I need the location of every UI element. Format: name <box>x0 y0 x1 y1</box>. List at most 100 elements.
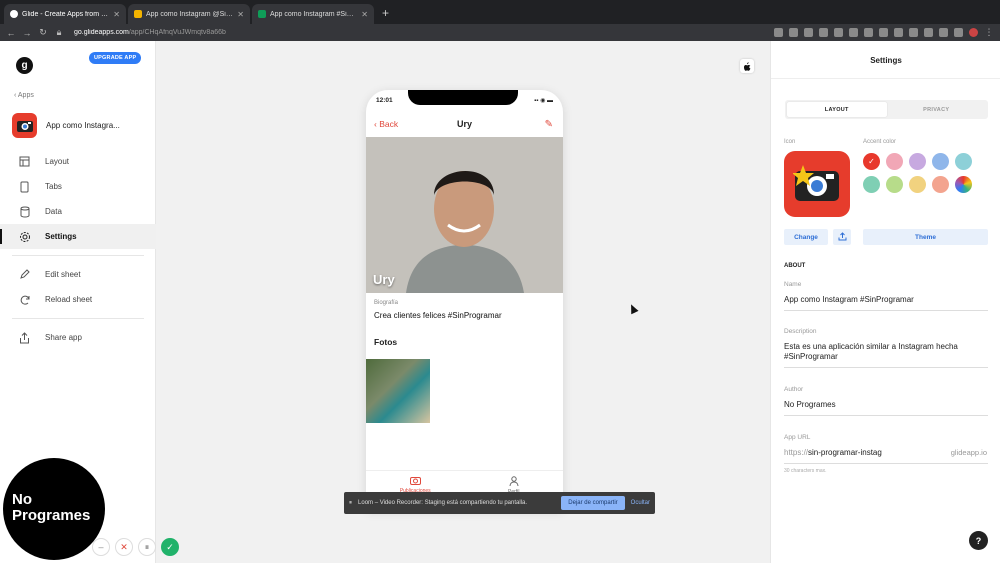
lock-icon: 🔒︎ <box>56 27 62 37</box>
hide-button[interactable]: Ocultar <box>631 500 650 506</box>
extension-icon[interactable] <box>789 28 798 37</box>
url-field[interactable]: go.glideapps.com/app/CHqAfnqVuJWmqtv8a66… <box>74 29 768 36</box>
app-icon-preview[interactable] <box>784 151 850 217</box>
sidebar-item-label: Settings <box>45 232 77 241</box>
layout-icon <box>18 156 31 167</box>
custom-color-icon[interactable] <box>955 176 972 193</box>
accent-swatch[interactable] <box>955 153 972 170</box>
apple-device-icon[interactable] <box>740 59 754 73</box>
accent-swatch[interactable] <box>886 153 903 170</box>
accent-swatch[interactable] <box>863 176 880 193</box>
back-to-apps-link[interactable]: ‹ Apps <box>14 92 34 99</box>
reload-icon[interactable]: ↻ <box>38 27 48 38</box>
tab-privacy[interactable]: PRIVACY <box>887 102 987 117</box>
phone-back-label: Back <box>379 119 399 129</box>
sidebar-divider <box>12 255 144 256</box>
app-url-label: App URL <box>784 434 811 441</box>
browser-tab-2[interactable]: App como Instagram @SinPro... ✕ <box>128 4 250 24</box>
sidebar-divider <box>12 318 144 319</box>
accent-swatch[interactable] <box>932 153 949 170</box>
tabs-icon <box>18 181 31 193</box>
extension-icon[interactable] <box>864 28 873 37</box>
extension-icon[interactable] <box>879 28 888 37</box>
description-field[interactable]: Esta es una aplicación similar a Instagr… <box>784 342 988 368</box>
extension-icon[interactable] <box>894 28 903 37</box>
status-icons: ▪▪ ◉ ▬ <box>534 98 553 104</box>
extension-icon[interactable] <box>909 28 918 37</box>
browser-tab-3[interactable]: App como Instagram #SinProg... ✕ <box>252 4 374 24</box>
extension-icon[interactable] <box>954 28 963 37</box>
minimize-icon[interactable]: – <box>92 538 110 556</box>
close-icon[interactable]: ✕ <box>361 10 368 19</box>
forward-arrow-icon[interactable]: → <box>22 28 32 38</box>
sidebar-item-tabs[interactable]: Tabs <box>0 174 156 199</box>
accent-swatch[interactable] <box>886 176 903 193</box>
sidebar-item-edit-sheet[interactable]: Edit sheet <box>0 262 156 287</box>
extension-icon[interactable] <box>774 28 783 37</box>
extension-icon[interactable] <box>834 28 843 37</box>
address-bar: ← → ↻ 🔒︎ go.glideapps.com/app/CHqAfnqVuJ… <box>0 24 1000 41</box>
photo-thumbnail[interactable] <box>366 359 430 423</box>
url-path: /app/CHqAfnqVuJWmqtv8a66b <box>128 29 226 36</box>
no-programes-watermark: No Programes <box>3 458 105 560</box>
phone-back-button[interactable]: ‹ Back <box>374 119 398 129</box>
phone-nav-bar: ‹ Back Ury ✎ <box>366 112 563 136</box>
accent-swatch[interactable] <box>909 176 926 193</box>
extension-icon[interactable] <box>924 28 933 37</box>
phone-preview: 12:01 ▪▪ ◉ ▬ ‹ Back Ury ✎ Ury Biografía … <box>366 90 563 510</box>
sidebar-item-label: Edit sheet <box>45 270 81 279</box>
extension-icon[interactable] <box>939 28 948 37</box>
sidebar-item-data[interactable]: Data <box>0 199 156 224</box>
finish-check-icon[interactable]: ✓ <box>161 538 179 556</box>
pause-icon[interactable]: ⏸ <box>138 538 156 556</box>
change-icon-button[interactable]: Change <box>784 229 828 245</box>
accent-swatch[interactable]: ✓ <box>863 153 880 170</box>
drive-favicon-icon <box>134 10 142 18</box>
tab-title: App como Instagram @SinPro... <box>146 10 234 18</box>
help-button[interactable]: ? <box>969 531 988 550</box>
reload-icon <box>18 294 31 306</box>
portrait-illustration <box>366 137 563 293</box>
sidebar-item-settings[interactable]: Settings <box>0 224 156 249</box>
upload-icon-button[interactable] <box>833 229 851 245</box>
stop-sharing-button[interactable]: Dejar de compartir <box>561 496 625 510</box>
upgrade-app-button[interactable]: UPGRADE APP <box>89 52 142 64</box>
accent-swatch[interactable] <box>909 153 926 170</box>
extension-icon[interactable] <box>804 28 813 37</box>
description-label: Description <box>784 328 817 335</box>
back-arrow-icon[interactable]: ← <box>6 28 16 38</box>
pencil-icon <box>18 269 31 280</box>
browser-tab-1[interactable]: Glide - Create Apps from Goo... ✕ <box>4 4 126 24</box>
extension-icon[interactable] <box>819 28 828 37</box>
url-suffix: glideapp.io <box>950 448 987 457</box>
theme-button[interactable]: Theme <box>863 229 988 245</box>
menu-kebab-icon[interactable]: ⋮ <box>984 27 994 38</box>
sidebar-item-share-app[interactable]: Share app <box>0 325 156 350</box>
current-app[interactable]: App como Instagra... <box>12 113 120 138</box>
accent-swatch[interactable] <box>932 176 949 193</box>
new-tab-icon[interactable]: + <box>376 6 395 24</box>
status-time: 12:01 <box>376 97 393 104</box>
glide-logo[interactable]: g <box>16 57 33 74</box>
data-icon <box>18 206 31 218</box>
tab-title: Glide - Create Apps from Goo... <box>22 10 109 18</box>
phone-notch <box>408 90 518 105</box>
sidebar-nav: Layout Tabs Data Settings Edit sheet Rel… <box>0 149 156 350</box>
tab-title: App como Instagram #SinProg... <box>270 10 357 18</box>
name-field[interactable]: App como Instagram #SinProgramar <box>784 295 988 311</box>
close-icon[interactable]: ✕ <box>237 10 244 19</box>
icon-label: Icon <box>784 139 796 145</box>
sidebar-item-reload-sheet[interactable]: Reload sheet <box>0 287 156 312</box>
edit-pencil-icon[interactable]: ✎ <box>545 119 553 130</box>
tab-layout[interactable]: LAYOUT <box>787 102 887 117</box>
close-icon[interactable]: ✕ <box>113 10 120 19</box>
author-field[interactable]: No Programes <box>784 400 988 416</box>
about-heading: ABOUT <box>784 263 806 269</box>
accent-color-label: Accent color <box>863 139 897 145</box>
cancel-icon[interactable]: ✕ <box>115 538 133 556</box>
sidebar-item-layout[interactable]: Layout <box>0 149 156 174</box>
extension-icon[interactable] <box>849 28 858 37</box>
panel-divider <box>771 78 1000 79</box>
recorder-controls: – ✕ ⏸ ✓ <box>92 538 179 556</box>
profile-avatar-icon[interactable] <box>969 28 978 37</box>
